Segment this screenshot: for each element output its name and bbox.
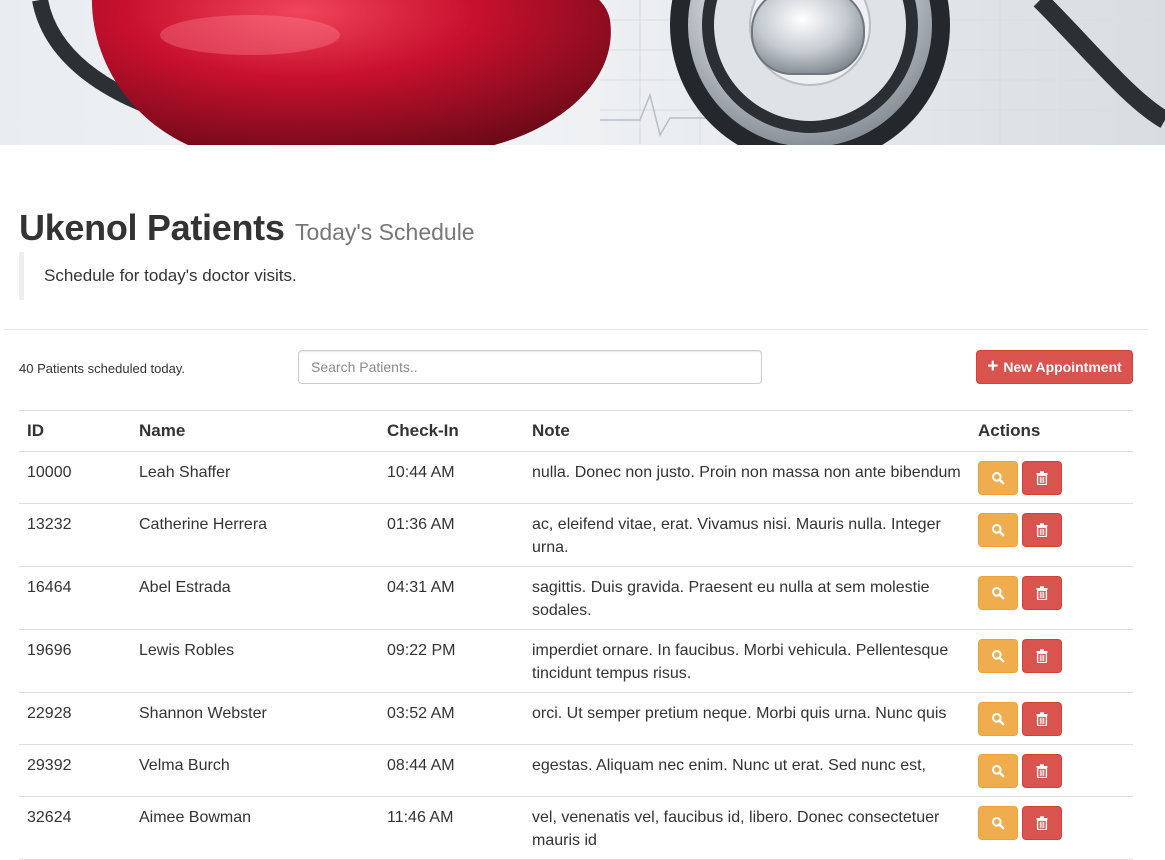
cell-checkin: 03:52 AM: [379, 692, 524, 745]
cell-name: Lewis Robles: [131, 629, 379, 693]
cell-checkin: 04:31 AM: [379, 566, 524, 630]
search-icon: [992, 650, 1005, 663]
cell-name: Velma Burch: [131, 744, 379, 797]
cell-name: Aimee Bowman: [131, 796, 379, 860]
table-row: 32624 Aimee Bowman 11:46 AM vel, venenat…: [19, 796, 1133, 860]
cell-name: Catherine Herrera: [131, 503, 379, 567]
cell-id: 22928: [19, 692, 131, 745]
page-subtitle: Today's Schedule: [295, 219, 475, 245]
trash-icon: [1036, 471, 1048, 485]
cell-checkin: 10:44 AM: [379, 451, 524, 504]
cell-note: sagittis. Duis gravida. Praesent eu null…: [524, 566, 970, 630]
cell-id: 13232: [19, 503, 131, 567]
cell-actions: [970, 629, 1133, 693]
new-appointment-button[interactable]: + New Appointment: [976, 350, 1133, 384]
cell-id: 19696: [19, 629, 131, 693]
cell-id: 10000: [19, 451, 131, 504]
delete-button[interactable]: [1022, 576, 1062, 610]
cell-checkin: 09:22 PM: [379, 629, 524, 693]
view-button[interactable]: [978, 461, 1018, 495]
cell-id: 16464: [19, 566, 131, 630]
cell-id: 29392: [19, 744, 131, 797]
trash-icon: [1036, 649, 1048, 663]
search-input[interactable]: [298, 350, 762, 384]
cell-name: Abel Estrada: [131, 566, 379, 630]
column-header-note: Note: [524, 410, 970, 452]
trash-icon: [1036, 523, 1048, 537]
cell-note: imperdiet ornare. In faucibus. Morbi veh…: [524, 629, 970, 693]
table-row: 22928 Shannon Webster 03:52 AM orci. Ut …: [19, 692, 1133, 745]
table-row: 16464 Abel Estrada 04:31 AM sagittis. Du…: [19, 566, 1133, 630]
cell-checkin: 08:44 AM: [379, 744, 524, 797]
cell-id: 32624: [19, 796, 131, 860]
cell-note: egestas. Aliquam nec enim. Nunc ut erat.…: [524, 744, 970, 797]
page-header: Ukenol Patients Today's Schedule: [19, 207, 475, 249]
delete-button[interactable]: [1022, 639, 1062, 673]
hero-banner: [0, 0, 1165, 145]
trash-icon: [1036, 712, 1048, 726]
cell-actions: [970, 692, 1133, 745]
cell-actions: [970, 566, 1133, 630]
column-header-id: ID: [19, 410, 131, 452]
search-icon: [992, 765, 1005, 778]
cell-actions: [970, 744, 1133, 797]
view-button[interactable]: [978, 513, 1018, 547]
delete-button[interactable]: [1022, 702, 1062, 736]
view-button[interactable]: [978, 702, 1018, 736]
column-header-name: Name: [131, 410, 379, 452]
view-button[interactable]: [978, 754, 1018, 788]
trash-icon: [1036, 586, 1048, 600]
search-icon: [992, 587, 1005, 600]
cell-note: vel, venenatis vel, faucibus id, libero.…: [524, 796, 970, 860]
search-icon: [992, 472, 1005, 485]
page-title: Ukenol Patients: [19, 207, 285, 248]
delete-button[interactable]: [1022, 461, 1062, 495]
table-row: 13232 Catherine Herrera 01:36 AM ac, ele…: [19, 503, 1133, 567]
cell-actions: [970, 796, 1133, 860]
column-header-actions: Actions: [970, 410, 1133, 452]
patient-count-text: 40 Patients scheduled today.: [19, 361, 185, 376]
patients-table: ID Name Check-In Note Actions 10000 Leah…: [19, 410, 1133, 860]
delete-button[interactable]: [1022, 754, 1062, 788]
cell-note: ac, eleifend vitae, erat. Vivamus nisi. …: [524, 503, 970, 567]
cell-name: Leah Shaffer: [131, 451, 379, 504]
view-button[interactable]: [978, 806, 1018, 840]
header-divider: [4, 329, 1148, 330]
trash-icon: [1036, 816, 1048, 830]
cell-checkin: 11:46 AM: [379, 796, 524, 860]
plus-icon: +: [987, 355, 999, 377]
table-row: 10000 Leah Shaffer 10:44 AM nulla. Donec…: [19, 451, 1133, 504]
table-header-row: ID Name Check-In Note Actions: [19, 410, 1133, 452]
cell-actions: [970, 503, 1133, 567]
heart-stethoscope-image: [32, 0, 1165, 145]
search-icon: [992, 817, 1005, 830]
cell-checkin: 01:36 AM: [379, 503, 524, 567]
view-button[interactable]: [978, 639, 1018, 673]
new-appointment-label: New Appointment: [1003, 359, 1122, 375]
column-header-checkin: Check-In: [379, 410, 524, 452]
trash-icon: [1036, 764, 1048, 778]
delete-button[interactable]: [1022, 806, 1062, 840]
delete-button[interactable]: [1022, 513, 1062, 547]
search-icon: [992, 524, 1005, 537]
search-icon: [992, 713, 1005, 726]
table-row: 19696 Lewis Robles 09:22 PM imperdiet or…: [19, 629, 1133, 693]
cell-actions: [970, 451, 1133, 504]
table-row: 29392 Velma Burch 08:44 AM egestas. Aliq…: [19, 744, 1133, 797]
cell-note: orci. Ut semper pretium neque. Morbi qui…: [524, 692, 970, 745]
cell-note: nulla. Donec non justo. Proin non massa …: [524, 451, 970, 504]
view-button[interactable]: [978, 576, 1018, 610]
page-description: Schedule for today's doctor visits.: [19, 252, 819, 300]
cell-name: Shannon Webster: [131, 692, 379, 745]
